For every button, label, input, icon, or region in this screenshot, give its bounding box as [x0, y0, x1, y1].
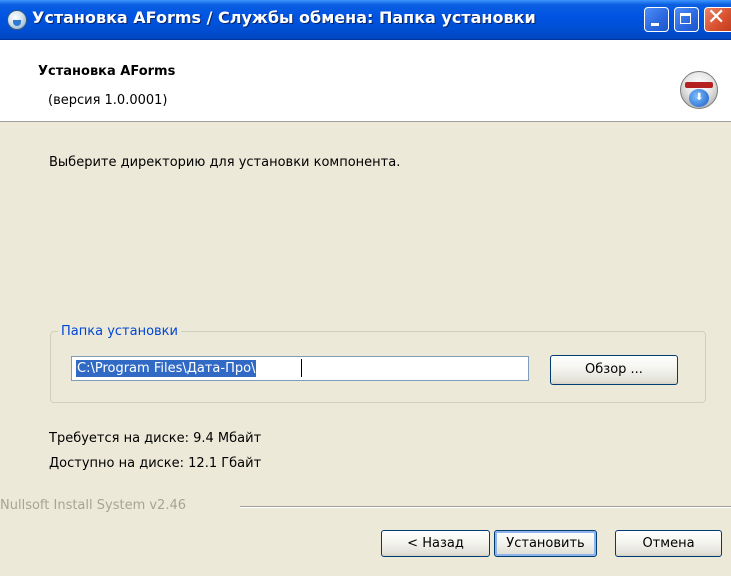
header-panel: Установка AForms (версия 1.0.0001) ⬇ — [0, 40, 731, 122]
installer-app-icon[interactable] — [7, 10, 27, 30]
install-path-input[interactable]: C:\Program Files\Дата-Про\ — [71, 356, 529, 381]
minimize-icon — [651, 23, 659, 26]
install-button[interactable]: Установить — [494, 530, 597, 557]
window-title: Установка AForms / Службы обмена: Папка … — [32, 8, 536, 27]
maximize-button[interactable] — [674, 7, 699, 32]
close-button[interactable]: ✕ — [704, 5, 731, 32]
space-available-text: Доступно на диске: 12.1 Гбайт — [49, 456, 262, 471]
nsis-installer-icon: ⬇ — [680, 71, 718, 109]
minimize-button[interactable] — [644, 7, 669, 32]
install-path-value: C:\Program Files\Дата-Про\ — [76, 360, 257, 377]
branding-divider — [240, 506, 731, 508]
nsis-branding-text: Nullsoft Install System v2.46 — [0, 498, 187, 513]
cancel-button[interactable]: Отмена — [615, 530, 722, 557]
browse-button[interactable]: Обзор ... — [550, 355, 678, 385]
maximize-icon — [680, 13, 691, 24]
title-bar[interactable]: Установка AForms / Службы обмена: Папка … — [0, 0, 731, 40]
header-title: Установка AForms — [38, 64, 176, 79]
header-version: (версия 1.0.0001) — [48, 93, 168, 108]
install-folder-group-label: Папка установки — [58, 324, 181, 339]
text-caret — [301, 359, 302, 377]
close-icon: ✕ — [707, 5, 726, 30]
space-required-text: Требуется на диске: 9.4 Мбайт — [49, 431, 262, 446]
back-button[interactable]: < Назад — [381, 530, 490, 557]
instruction-text: Выберите директорию для установки компон… — [49, 155, 401, 170]
